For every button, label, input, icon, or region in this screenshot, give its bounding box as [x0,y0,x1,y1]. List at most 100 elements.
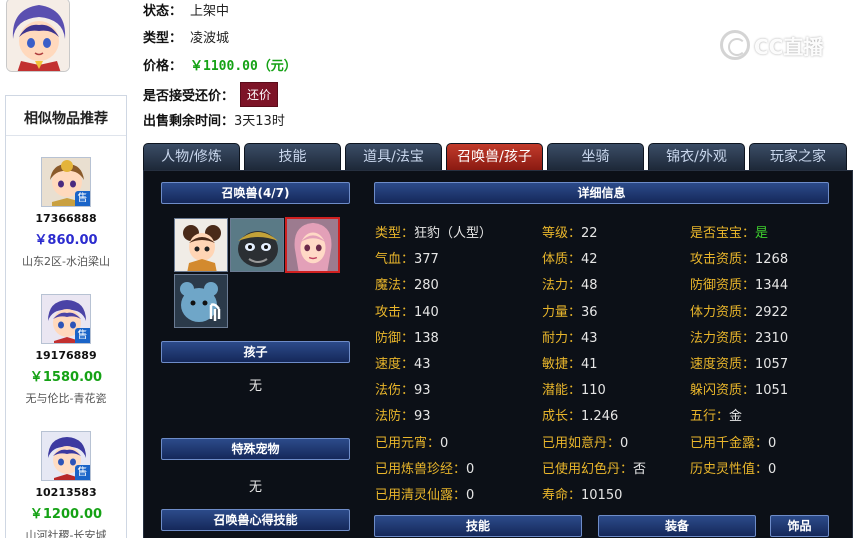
for-sale-badge: 售 [75,191,90,206]
attribute-key: 攻击资质： [690,252,756,268]
attribute-key: 历史灵性值： [690,461,769,477]
attribute-key: 防御资质： [690,278,756,294]
attribute-key: 类型： [375,226,415,241]
attribute-key: 体力资质： [690,304,756,320]
attribute-item: 法力：48 [542,274,598,293]
attribute-key: 防御： [375,330,415,346]
for-sale-badge: 售 [75,465,90,480]
attribute-value: 48 [581,278,598,294]
bargain-row: 是否接受还价： 还价 [143,82,279,107]
similar-item-server[interactable]: 无与伦比-青花瓷 [6,390,126,406]
attribute-key: 成长： [542,409,582,425]
summon-slot[interactable] [230,218,284,272]
attribute-value: 1.246 [581,409,619,425]
tab-outfits-appearance[interactable]: 锦衣/外观 [648,143,745,170]
attribute-key: 已用炼兽珍经： [375,461,467,477]
attribute-key: 已用如意丹： [542,435,621,451]
attribute-key: 法力资质： [690,330,756,346]
attribute-value: 金 [729,409,743,425]
bottom-tab-equipment[interactable]: 装备 [598,515,756,537]
summon-slot[interactable] [174,274,228,328]
child-value: 无 [249,379,263,394]
attribute-value: 22 [581,226,598,241]
attribute-item: 法力资质：2310 [690,327,788,346]
attribute-value: 140 [414,304,439,320]
attribute-item: 已用如意丹：0 [542,432,628,451]
attribute-value: 138 [414,330,439,346]
type-row: 类型： 凌波城 [143,27,229,46]
tab-mounts[interactable]: 坐骑 [547,143,644,170]
attribute-value: 43 [414,357,431,372]
special-pet-value: 无 [249,480,263,495]
price-value: ￥1100.00（元） [190,59,297,74]
attribute-item: 法伤：93 [375,379,431,398]
similar-item-thumbnail[interactable]: 售 [41,431,91,481]
attribute-item: 已用炼兽珍经：0 [375,458,474,477]
status-value: 上架中 [190,4,230,19]
attribute-value: 10150 [581,488,623,503]
attribute-value: 93 [414,409,431,425]
attribute-item: 已用元宵：0 [375,432,448,451]
similar-item[interactable]: 售 19176889 ￥1580.00 无与伦比-青花瓷 [6,294,126,406]
attribute-key: 攻击： [375,304,415,320]
tab-player-home[interactable]: 玩家之家 [749,143,847,170]
attribute-value: 0 [466,461,475,477]
bargain-button[interactable]: 还价 [240,82,279,107]
tab-skills[interactable]: 技能 [244,143,341,170]
summon-slot[interactable] [174,218,228,272]
attribute-item: 历史灵性值：0 [690,458,776,477]
attribute-value: 110 [581,383,606,399]
similar-item-thumbnail[interactable]: 售 [41,157,91,207]
bottom-tab-ornaments[interactable]: 饰品 [770,515,829,537]
attribute-key: 是否宝宝： [690,226,756,241]
attribute-item: 已使用幻色丹：否 [542,458,646,477]
attribute-item: 速度：43 [375,353,431,372]
attribute-item: 力量：36 [542,301,598,320]
type-label: 类型： [143,31,183,46]
attribute-key: 已用千金露： [690,435,769,451]
attribute-key: 已使用幻色丹： [542,461,634,477]
price-row: 价格： ￥1100.00（元） [143,55,297,74]
attribute-item: 防御：138 [375,327,439,346]
similar-item-server[interactable]: 山河社稷-长安城 [6,527,126,538]
for-sale-badge: 售 [75,328,90,343]
attribute-value: 43 [581,330,598,346]
similar-item-price: ￥860.00 [34,233,98,248]
detail-tab-bar: 人物/修炼 技能 道具/法宝 召唤兽/孩子 坐骑 锦衣/外观 玩家之家 [143,143,853,170]
attribute-key: 耐力： [542,330,582,346]
type-value: 凌波城 [190,31,230,46]
attribute-item: 体力资质：2922 [690,301,788,320]
tab-character-cultivation[interactable]: 人物/修炼 [143,143,240,170]
attribute-key: 已用清灵仙露： [375,488,467,503]
bottom-tab-skills[interactable]: 技能 [374,515,582,537]
attribute-key: 法力： [542,278,582,294]
similar-item-thumbnail[interactable]: 售 [41,294,91,344]
similar-item[interactable]: 售 17366888 ￥860.00 山东2区-水泊梁山 [6,157,126,269]
attribute-item: 已用千金露：0 [690,432,776,451]
attribute-item: 成长：1.246 [542,405,618,424]
attribute-item: 速度资质：1057 [690,353,788,372]
seller-character-avatar [6,0,70,72]
similar-item-server[interactable]: 山东2区-水泊梁山 [6,253,126,269]
attribute-item: 躲闪资质：1051 [690,379,788,398]
similar-item[interactable]: 售 10213583 ￥1200.00 山河社稷-长安城 [6,431,126,538]
attribute-item: 防御资质：1344 [690,274,788,293]
attribute-value: 41 [581,357,598,372]
attribute-item: 攻击资质：1268 [690,248,788,267]
summon-slot-selected[interactable] [285,217,340,273]
attribute-key: 魔法： [375,278,415,294]
child-section-header: 孩子 [161,341,350,363]
attribute-value: 1344 [755,278,789,294]
similar-item-id: 19176889 [35,349,97,362]
summon-skill-book-header: 召唤兽心得技能 [161,509,350,531]
watermark-text: CC直播 [754,34,824,59]
attribute-item: 潜能：110 [542,379,606,398]
attribute-item: 类型：狂豹（人型） [375,222,492,241]
similar-item-price: ￥1200.00 [29,507,103,522]
attribute-value: 2310 [755,330,789,346]
tab-items-treasures[interactable]: 道具/法宝 [345,143,442,170]
attribute-value: 是 [755,226,769,241]
tab-summons-children[interactable]: 召唤兽/孩子 [446,143,543,170]
attribute-item: 法防：93 [375,405,431,424]
bargain-label: 是否接受还价： [143,89,235,104]
